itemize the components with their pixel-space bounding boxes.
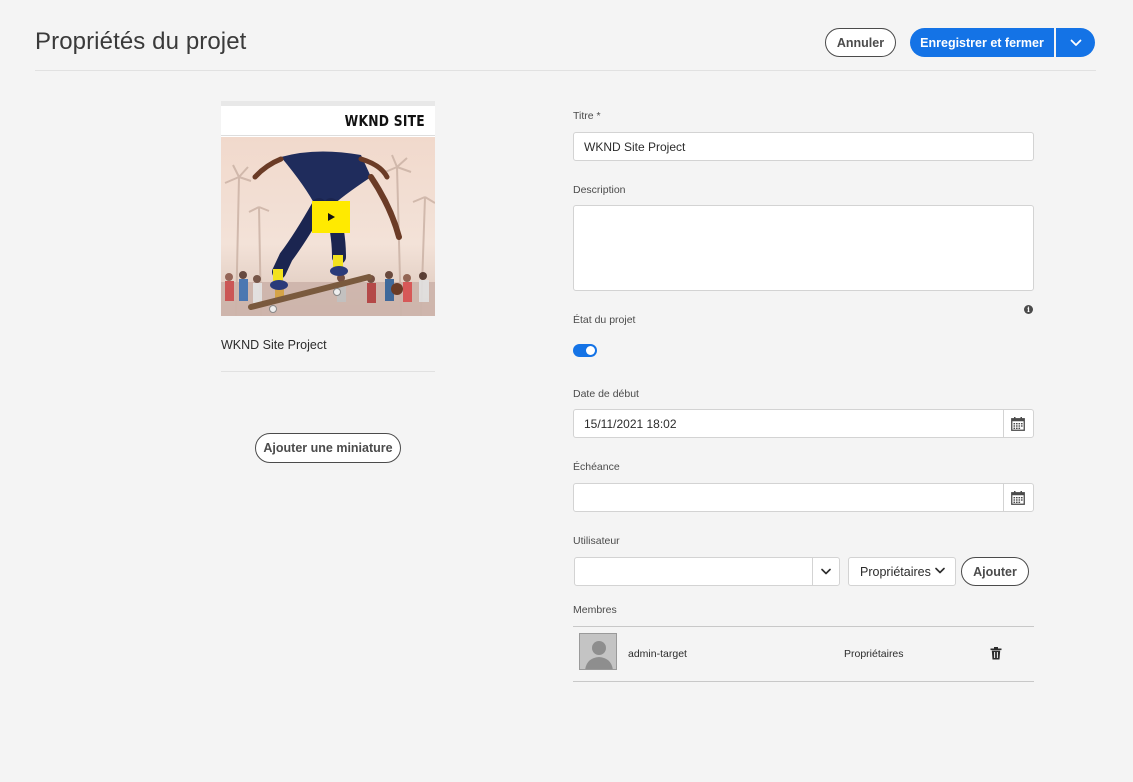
project-thumbnail: WKND SITE <box>221 101 435 316</box>
due-date-calendar-button[interactable] <box>1003 484 1033 511</box>
divider <box>221 371 435 372</box>
member-role: Propriétaires <box>844 648 904 660</box>
due-date-picker <box>573 483 1034 512</box>
start-date-label: Date de début <box>573 388 639 400</box>
chevron-down-icon <box>1070 39 1081 46</box>
title-label: Titre * <box>573 110 601 122</box>
due-date-input[interactable] <box>574 484 1004 511</box>
divider <box>573 681 1034 682</box>
thumbnail-banner: WKND SITE <box>221 106 435 136</box>
info-icon[interactable]: i <box>1024 305 1033 314</box>
role-select-value: Propriétaires <box>860 564 931 579</box>
chevron-down-icon <box>935 567 945 574</box>
play-button[interactable] <box>312 201 350 233</box>
start-date-calendar-button[interactable] <box>1003 410 1033 437</box>
toggle-knob <box>586 346 595 355</box>
thumbnail-caption: WKND Site Project <box>221 338 327 352</box>
description-field[interactable] <box>573 205 1034 291</box>
save-options-button[interactable] <box>1056 28 1095 57</box>
divider <box>573 626 1034 627</box>
user-autocomplete <box>574 557 840 586</box>
project-status-toggle[interactable] <box>573 344 597 357</box>
start-date-picker: 15/11/2021 18:02 <box>573 409 1034 438</box>
trash-icon[interactable] <box>990 647 1002 660</box>
avatar <box>579 633 617 670</box>
start-date-input[interactable]: 15/11/2021 18:02 <box>574 410 1004 437</box>
title-field[interactable]: WKND Site Project <box>573 132 1034 161</box>
add-member-button[interactable]: Ajouter <box>961 557 1029 586</box>
page-title: Propriétés du projet <box>35 28 247 55</box>
member-name: admin-target <box>628 648 687 660</box>
thumbnail-brand: WKND SITE <box>344 112 425 130</box>
due-date-label: Échéance <box>573 461 620 473</box>
save-and-close-button[interactable]: Enregistrer et fermer <box>910 28 1054 57</box>
add-thumbnail-button[interactable]: Ajouter une miniature <box>255 433 401 463</box>
user-input[interactable] <box>575 558 813 585</box>
user-silhouette-icon <box>580 634 616 669</box>
user-dropdown-button[interactable] <box>812 558 839 585</box>
description-label: Description <box>573 184 626 196</box>
role-select[interactable]: Propriétaires <box>848 557 956 586</box>
chevron-down-icon <box>820 568 831 575</box>
play-icon <box>328 213 335 221</box>
calendar-icon <box>1011 416 1025 431</box>
project-status-label: État du projet <box>573 314 636 326</box>
user-label: Utilisateur <box>573 535 620 547</box>
calendar-icon <box>1011 490 1025 505</box>
cancel-button[interactable]: Annuler <box>825 28 896 57</box>
members-label: Membres <box>573 604 617 616</box>
